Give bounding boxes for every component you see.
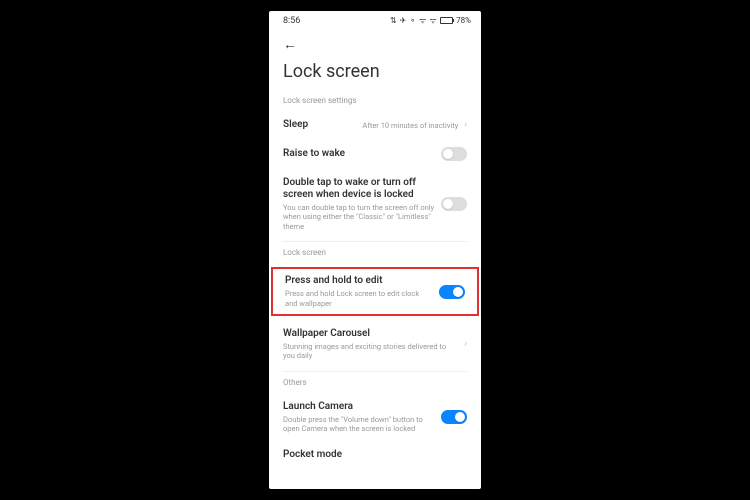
section-label-lock-screen: Lock screen bbox=[269, 244, 481, 263]
pocket-mode-title: Pocket mode bbox=[283, 449, 467, 461]
row-sleep[interactable]: Sleep After 10 minutes of inactivity › bbox=[269, 111, 481, 139]
row-wallpaper-carousel[interactable]: Wallpaper Carousel Stunning images and e… bbox=[269, 320, 481, 369]
press-hold-toggle[interactable] bbox=[439, 285, 465, 299]
row-pocket-mode[interactable]: Pocket mode bbox=[269, 441, 481, 463]
press-hold-title: Press and hold to edit bbox=[285, 275, 433, 287]
row-launch-camera[interactable]: Launch Camera Double press the "Volume d… bbox=[269, 393, 481, 442]
battery-icon bbox=[440, 17, 453, 24]
status-right: ⇅ ✈ ⚬ ᯤ ᯤ 78% bbox=[390, 15, 471, 26]
row-double-tap[interactable]: Double tap to wake or turn off screen wh… bbox=[269, 169, 481, 239]
wallpaper-carousel-sub: Stunning images and exciting stories del… bbox=[283, 342, 458, 361]
wallpaper-carousel-title: Wallpaper Carousel bbox=[283, 328, 458, 340]
section-label-lock-screen-settings: Lock screen settings bbox=[269, 92, 481, 111]
divider bbox=[283, 371, 467, 372]
chevron-right-icon: › bbox=[464, 339, 467, 349]
launch-camera-toggle[interactable] bbox=[441, 410, 467, 424]
section-label-others: Others bbox=[269, 374, 481, 393]
row-press-and-hold[interactable]: Press and hold to edit Press and hold Lo… bbox=[271, 267, 479, 316]
raise-to-wake-title: Raise to wake bbox=[283, 148, 435, 160]
back-arrow-icon[interactable]: ← bbox=[283, 37, 297, 53]
press-hold-sub: Press and hold Lock screen to edit clock… bbox=[285, 289, 433, 308]
double-tap-toggle[interactable] bbox=[441, 197, 467, 211]
header: ← bbox=[269, 28, 481, 55]
double-tap-title: Double tap to wake or turn off screen wh… bbox=[283, 177, 435, 201]
sleep-title: Sleep bbox=[283, 119, 356, 131]
launch-camera-sub: Double press the "Volume down" button to… bbox=[283, 415, 435, 434]
chevron-right-icon: › bbox=[464, 120, 467, 130]
raise-to-wake-toggle[interactable] bbox=[441, 147, 467, 161]
status-bar: 8:56 ⇅ ✈ ⚬ ᯤ ᯤ 78% bbox=[269, 11, 481, 28]
launch-camera-title: Launch Camera bbox=[283, 401, 435, 413]
page-title: Lock screen bbox=[269, 55, 481, 92]
phone-screen: 8:56 ⇅ ✈ ⚬ ᯤ ᯤ 78% ← Lock screen Lock sc… bbox=[269, 11, 481, 489]
divider bbox=[283, 241, 467, 242]
battery-percent: 78% bbox=[456, 16, 471, 25]
status-time: 8:56 bbox=[283, 16, 300, 26]
double-tap-sub: You can double tap to turn the screen of… bbox=[283, 203, 435, 231]
row-raise-to-wake[interactable]: Raise to wake bbox=[269, 139, 481, 169]
status-icons: ⇅ ✈ ⚬ ᯤ ᯤ bbox=[390, 15, 437, 26]
sleep-value: After 10 minutes of inactivity bbox=[362, 121, 458, 130]
